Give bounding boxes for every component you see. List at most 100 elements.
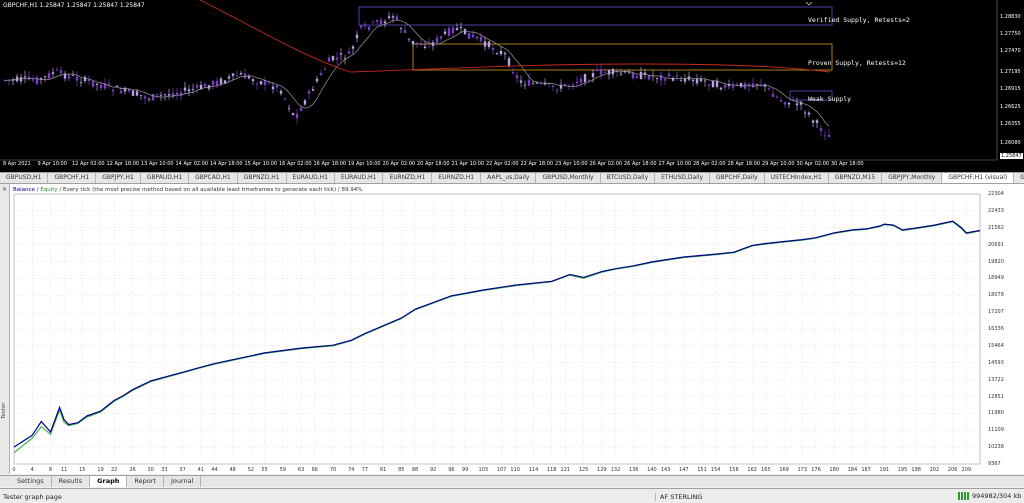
zone-verified-supply — [358, 6, 833, 26]
status-text: Tester graph page — [3, 493, 62, 501]
chart-tab[interactable]: GBPCHF,Daily — [710, 173, 765, 183]
candle-body — [87, 79, 91, 81]
candle-body — [731, 85, 735, 88]
candle-body — [71, 75, 75, 76]
candle-body — [223, 80, 227, 84]
y-tick-label: 11980 — [988, 410, 1004, 417]
candle-body — [495, 53, 499, 55]
status-bar: Tester graph page AF STERLING 994982/304… — [0, 488, 1024, 503]
candle-body — [211, 81, 215, 86]
candle-body — [811, 120, 815, 123]
chart-tab[interactable]: GBPCHF,H1 - — [1014, 173, 1024, 183]
x-tick-label: 180 — [829, 467, 839, 473]
candle-body — [759, 84, 763, 86]
connection-status[interactable]: 994982/304 kb — [958, 492, 1021, 500]
chart-tab[interactable]: EURAUD,H1 — [335, 173, 384, 183]
x-tick-label: 8 — [48, 467, 53, 473]
chart-tab[interactable]: GBPAUD,H1 — [141, 173, 190, 183]
candle-body — [627, 72, 631, 74]
x-tick-label: 147 — [679, 467, 689, 473]
tab-graph[interactable]: Graph — [90, 476, 128, 487]
time-tick: 13 Apr 10:00 — [141, 161, 174, 167]
x-tick-label: 41 — [197, 467, 204, 473]
y-tick-label: 22433 — [988, 207, 1004, 214]
candle-body — [479, 36, 483, 42]
candle-body — [79, 82, 83, 84]
candle-body — [443, 31, 447, 34]
candle-body — [795, 103, 799, 106]
y-tick-label: 16336 — [988, 326, 1004, 332]
candle-body — [163, 94, 167, 96]
candle-body — [311, 89, 315, 91]
candle-body — [151, 94, 155, 101]
candle-body — [435, 37, 439, 43]
time-tick: 16 Apr 02:00 — [279, 161, 312, 167]
chart-tab[interactable]: GBPCHF,H1 — [48, 173, 97, 183]
candle-body — [675, 75, 679, 77]
tab-settings[interactable]: Settings — [10, 476, 52, 487]
candle-body — [395, 16, 399, 20]
candle-body — [175, 92, 179, 95]
time-tick: 21 Apr 10:00 — [451, 161, 485, 167]
time-tick: 28 Apr 02:00 — [693, 161, 726, 167]
candle-body — [703, 80, 707, 82]
price-chart-canvas — [0, 0, 998, 161]
candle-body — [551, 85, 555, 88]
chart-tab[interactable]: USTECHIndex,H1 — [765, 173, 829, 183]
chart-tab[interactable]: BTCUSD,Daily — [601, 173, 656, 183]
time-tick: 30 Apr 02:00 — [796, 161, 830, 167]
candle-body — [283, 98, 287, 100]
chart-tab[interactable]: GBPNZD,H1 — [238, 173, 287, 183]
chart-tab[interactable]: GBPJPY,Monthly — [882, 173, 943, 183]
time-tick: 26 Apr 18:00 — [624, 161, 657, 167]
candle-body — [507, 58, 511, 66]
zone-label-verified-supply: Verified Supply, Retests=2 — [808, 16, 910, 24]
x-tick-label: 70 — [329, 467, 337, 473]
chart-tab[interactable]: GBPCHF,H1 (visual) — [942, 173, 1015, 183]
close-icon[interactable]: ✕ — [2, 186, 7, 193]
candle-body — [419, 43, 423, 46]
candle-body — [751, 83, 755, 88]
chart-tab[interactable]: EURNZD,H1 — [383, 173, 433, 183]
candle-body — [43, 76, 47, 77]
chart-tab[interactable]: GBPNZD,M15 — [829, 173, 883, 183]
tester-graph[interactable]: Balance / Equity / Every tick (the most … — [10, 184, 1024, 474]
chart-tab[interactable]: ETHUSD,Daily — [655, 173, 711, 183]
chart-tab[interactable]: GBPJPY,H1 — [96, 173, 141, 183]
x-tick-label: 103 — [478, 467, 489, 473]
tester-side-strip: ✕ Tester — [0, 184, 10, 474]
candle-body — [767, 87, 771, 89]
candle-body — [399, 27, 403, 29]
price-chart[interactable]: GBPCHF,H1 1.25847 1.25847 1.25847 1.2584… — [0, 0, 1024, 172]
y-tick-label: 22304 — [988, 191, 1004, 197]
candle-body — [279, 90, 283, 94]
tab-results[interactable]: Results — [52, 476, 91, 487]
candle-body — [139, 94, 143, 96]
x-tick-label: 129 — [597, 467, 607, 473]
candle-body — [327, 57, 331, 62]
tab-report[interactable]: Report — [127, 476, 164, 487]
candle-body — [439, 36, 443, 39]
candle-body — [515, 75, 519, 79]
chart-tab[interactable]: EURNZD,H1 — [432, 173, 482, 183]
candle-body — [407, 38, 411, 40]
chart-tab[interactable]: AAPL_us,Daily — [481, 173, 537, 183]
y-tick-label: 15464 — [988, 342, 1004, 349]
candle-body — [371, 21, 375, 23]
candle-body — [387, 16, 391, 19]
chart-tab[interactable]: GBPCAD,H1 — [189, 173, 238, 183]
time-tick: 20 Apr 02:00 — [382, 161, 416, 167]
candle-body — [455, 28, 459, 31]
chart-tab[interactable]: GBPUSD,H1 — [0, 173, 49, 183]
x-tick-label: 154 — [710, 467, 721, 473]
time-tick: 23 Apr 10:00 — [555, 161, 588, 167]
candle-body — [463, 28, 467, 35]
tab-journal[interactable]: Journal — [164, 476, 202, 487]
x-tick-label: 110 — [510, 467, 520, 473]
chart-tab[interactable]: EURAUD,H1 — [287, 173, 335, 183]
y-tick-label: 12851 — [988, 393, 1004, 400]
chart-tab[interactable]: GBPUSD,Monthly — [536, 173, 601, 183]
candle-body — [67, 75, 71, 79]
x-tick-label: 121 — [560, 467, 571, 473]
candle-body — [571, 84, 575, 86]
